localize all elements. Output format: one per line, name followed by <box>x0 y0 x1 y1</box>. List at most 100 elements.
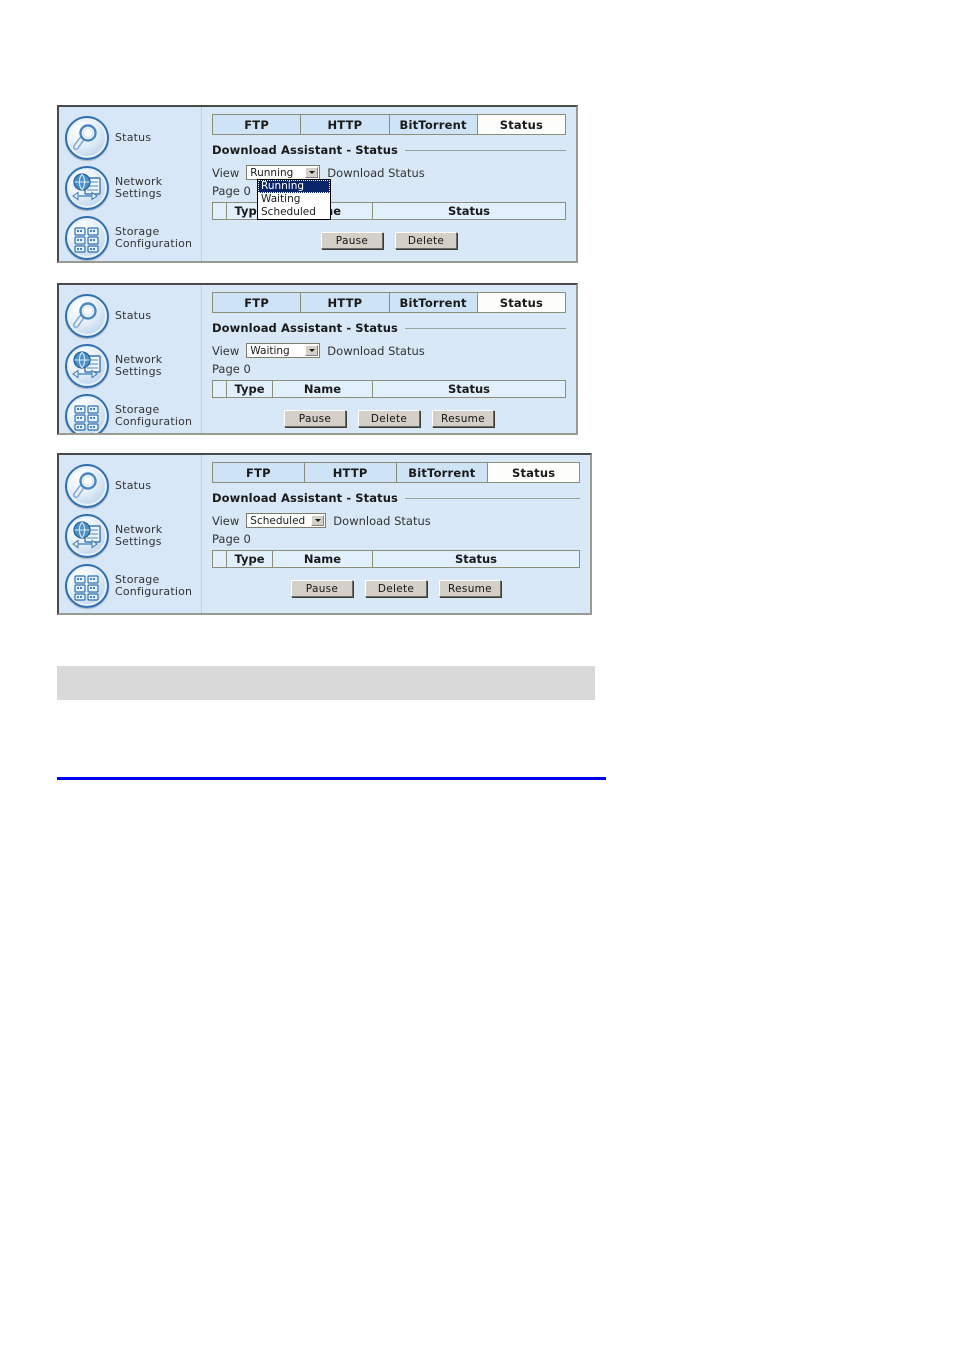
sidebar-item-label: Storage Configuration <box>115 573 193 598</box>
view-select-value: Running <box>250 166 294 179</box>
column-header-status: Status <box>373 381 565 397</box>
chevron-down-icon[interactable] <box>305 167 319 178</box>
section-header: Download Assistant - Status <box>212 143 566 157</box>
sidebar-item-label: Storage Configuration <box>115 403 193 428</box>
downloads-table-header: Type Name Status <box>212 550 580 568</box>
view-row: View Waiting Download Status <box>212 343 566 358</box>
magnifier-icon <box>65 294 109 338</box>
sidebar: Status Network Settings Storage Configur… <box>59 107 202 261</box>
sidebar-item-network-settings[interactable]: Network Settings <box>65 511 201 561</box>
page-title: Download Assistant - Status <box>212 143 398 157</box>
sidebar-item-storage-configuration[interactable]: Storage Configuration <box>65 213 201 261</box>
pause-button[interactable]: Pause <box>291 580 353 597</box>
tab-status[interactable]: Status <box>477 115 565 134</box>
section-divider <box>404 497 580 499</box>
sidebar: Status Network Settings Storage Configur… <box>59 285 202 433</box>
column-header-select <box>213 381 227 397</box>
downloads-table-header: Type Name Status <box>212 380 566 398</box>
network-globe-server-icon <box>65 166 109 210</box>
storage-grid-icon <box>65 216 109 260</box>
view-select-value: Scheduled <box>250 514 306 527</box>
magnifier-icon <box>65 464 109 508</box>
dropdown-option-scheduled[interactable]: Scheduled <box>258 206 330 219</box>
delete-button[interactable]: Delete <box>395 232 457 249</box>
tab-http[interactable]: HTTP <box>301 115 390 134</box>
section-divider <box>404 149 566 151</box>
tab-bar: FTP HTTP BitTorrent Status <box>212 462 580 483</box>
tab-bar: FTP HTTP BitTorrent Status <box>212 292 566 313</box>
screenshot-panel-waiting: Status Network Settings Storage Configur… <box>57 283 578 435</box>
section-header: Download Assistant - Status <box>212 321 566 335</box>
view-label: View <box>212 343 240 358</box>
pause-button[interactable]: Pause <box>321 232 383 249</box>
sidebar-item-network-settings[interactable]: Network Settings <box>65 163 201 213</box>
screenshot-panel-running: Status Network Settings Storage Configur… <box>57 105 578 263</box>
column-header-name: Name <box>273 381 373 397</box>
tab-status[interactable]: Status <box>477 293 565 312</box>
content-area: FTP HTTP BitTorrent Status Download Assi… <box>202 107 576 261</box>
content-area: FTP HTTP BitTorrent Status Download Assi… <box>202 455 590 613</box>
view-select[interactable]: Running <box>246 165 321 180</box>
chevron-down-icon[interactable] <box>305 345 319 356</box>
tab-http[interactable]: HTTP <box>304 463 397 482</box>
dropdown-option-waiting[interactable]: Waiting <box>258 193 330 206</box>
sidebar-item-storage-configuration[interactable]: Storage Configuration <box>65 561 201 611</box>
download-status-label: Download Status <box>327 343 425 358</box>
view-dropdown-list[interactable]: Running Waiting Scheduled <box>257 179 331 220</box>
tab-bar: FTP HTTP BitTorrent Status <box>212 114 566 135</box>
tab-bittorrent[interactable]: BitTorrent <box>396 463 489 482</box>
storage-grid-icon <box>65 394 109 433</box>
sidebar-item-status[interactable]: Status <box>65 291 201 341</box>
tab-status[interactable]: Status <box>488 463 579 482</box>
tab-ftp[interactable]: FTP <box>213 293 302 312</box>
view-row: View Scheduled Download Status <box>212 513 580 528</box>
column-header-status: Status <box>373 203 565 219</box>
sidebar-item-status[interactable]: Status <box>65 113 201 163</box>
resume-button[interactable]: Resume <box>432 410 494 427</box>
tab-ftp[interactable]: FTP <box>213 115 302 134</box>
delete-button[interactable]: Delete <box>365 580 427 597</box>
content-area: FTP HTTP BitTorrent Status Download Assi… <box>202 285 576 433</box>
column-header-name: Name <box>273 551 373 567</box>
page-indicator: Page 0 <box>212 532 251 546</box>
section-header: Download Assistant - Status <box>212 491 580 505</box>
magnifier-icon <box>65 116 109 160</box>
sidebar: Status Network Settings Storage Configur… <box>59 455 202 613</box>
action-buttons: Pause Delete <box>212 232 566 249</box>
sidebar-item-network-settings[interactable]: Network Settings <box>65 341 201 391</box>
dropdown-option-running[interactable]: Running <box>258 180 330 193</box>
column-header-status: Status <box>373 551 579 567</box>
tab-bittorrent[interactable]: BitTorrent <box>389 293 478 312</box>
sidebar-item-label: Status <box>115 131 152 144</box>
view-label: View <box>212 513 240 528</box>
column-header-select <box>213 551 227 567</box>
sidebar-item-label: Network Settings <box>115 353 163 378</box>
tab-ftp[interactable]: FTP <box>213 463 305 482</box>
download-status-label: Download Status <box>327 165 425 180</box>
sidebar-item-label: Status <box>115 309 152 322</box>
tab-http[interactable]: HTTP <box>301 293 390 312</box>
view-row: View Running Download Status Running Wai… <box>212 165 566 220</box>
tab-bittorrent[interactable]: BitTorrent <box>389 115 478 134</box>
section-divider <box>404 327 566 329</box>
page-indicator: Page 0 <box>212 362 251 376</box>
sidebar-item-status[interactable]: Status <box>65 461 201 511</box>
empty-gray-bar <box>57 666 595 700</box>
sidebar-item-label: Network Settings <box>115 175 163 200</box>
page-title: Download Assistant - Status <box>212 321 398 335</box>
network-globe-server-icon <box>65 514 109 558</box>
chevron-down-icon[interactable] <box>311 515 325 526</box>
delete-button[interactable]: Delete <box>358 410 420 427</box>
screenshot-panel-scheduled: Status Network Settings Storage Configur… <box>57 453 592 615</box>
action-buttons: Pause Delete Resume <box>212 410 566 427</box>
page-title: Download Assistant - Status <box>212 491 398 505</box>
sidebar-item-label: Storage Configuration <box>115 225 193 250</box>
sidebar-item-storage-configuration[interactable]: Storage Configuration <box>65 391 201 433</box>
network-globe-server-icon <box>65 344 109 388</box>
column-header-type: Type <box>227 381 273 397</box>
pause-button[interactable]: Pause <box>284 410 346 427</box>
action-buttons: Pause Delete Resume <box>212 580 580 597</box>
resume-button[interactable]: Resume <box>439 580 501 597</box>
view-select[interactable]: Scheduled <box>246 513 327 528</box>
view-select[interactable]: Waiting <box>246 343 321 358</box>
